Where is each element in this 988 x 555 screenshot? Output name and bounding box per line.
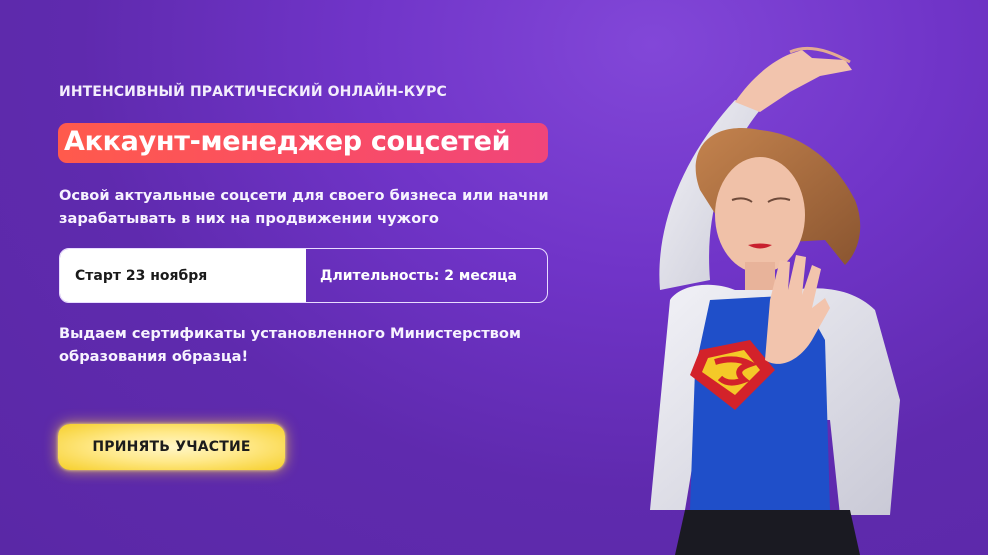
join-button[interactable]: ПРИНЯТЬ УЧАСТИЕ — [58, 424, 285, 470]
duration-cell: Длительность: 2 месяца — [306, 249, 547, 302]
hero-section: ИНТЕНСИВНЫЙ ПРАКТИЧЕСКИЙ ОНЛАЙН-КУРС Акк… — [0, 0, 988, 555]
course-description: Освой актуальные соцсети для своего бизн… — [59, 187, 549, 227]
course-type-label: ИНТЕНСИВНЫЙ ПРАКТИЧЕСКИЙ ОНЛАЙН-КУРС — [59, 84, 447, 100]
join-button-label: ПРИНЯТЬ УЧАСТИЕ — [92, 439, 251, 455]
certificate-note: Выдаем сертификаты установленного Минист… — [59, 325, 521, 365]
start-date-cell: Старт 23 ноября — [60, 249, 306, 302]
start-date-text: Старт 23 ноября — [75, 267, 208, 284]
duration-text: Длительность: 2 месяца — [320, 267, 517, 284]
instructor-photo — [650, 46, 900, 555]
course-title: Аккаунт-менеджер соцсетей — [64, 126, 511, 157]
course-info-box: Старт 23 ноября Длительность: 2 месяца — [59, 248, 548, 303]
